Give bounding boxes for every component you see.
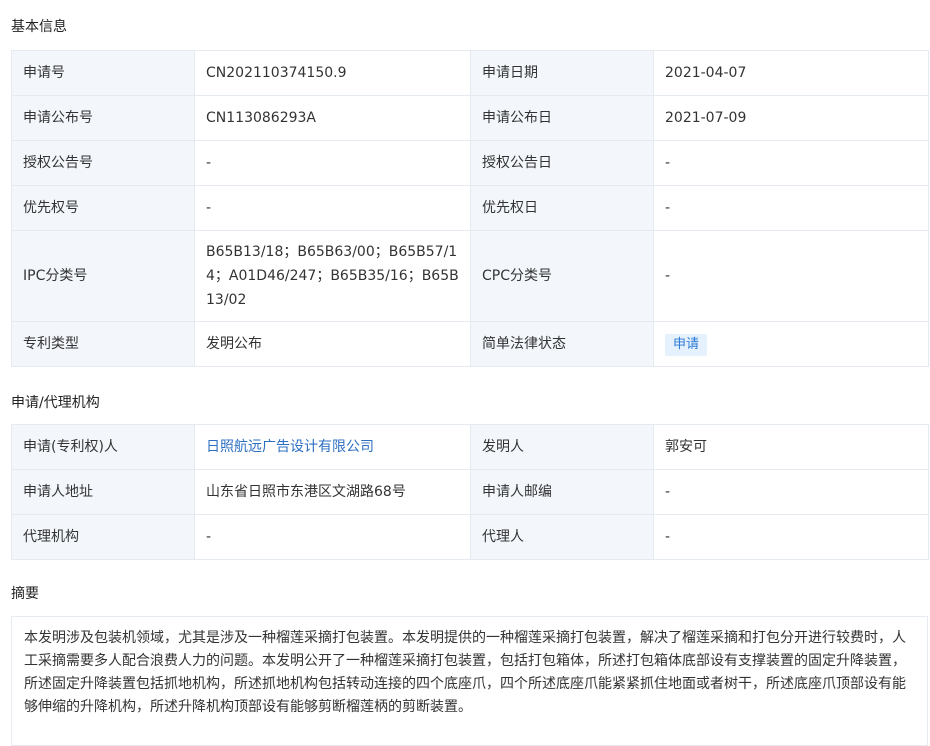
table-row: 优先权号 - 优先权日 - <box>11 185 929 231</box>
ipc-class-value: B65B13/18；B65B63/00；B65B57/14；A01D46/247… <box>194 230 471 322</box>
table-row: 申请号 CN202110374150.9 申请日期 2021-04-07 <box>11 50 929 96</box>
table-row: 专利类型 发明公布 简单法律状态 申请 <box>11 321 929 367</box>
application-date-value: 2021-04-07 <box>653 50 929 96</box>
agency-value: - <box>194 514 471 560</box>
grant-date-label: 授权公告日 <box>470 140 654 186</box>
grant-date-value: - <box>653 140 929 186</box>
agency-table: 申请(专利权)人 日照航远广告设计有限公司 发明人 郭安可 申请人地址 山东省日… <box>11 424 929 560</box>
agency-title: 申请/代理机构 <box>11 395 100 411</box>
publication-number-label: 申请公布号 <box>11 95 195 141</box>
applicant-zip-value: - <box>653 469 929 515</box>
cpc-class-label: CPC分类号 <box>470 230 654 322</box>
inventor-value: 郭安可 <box>653 424 929 470</box>
priority-date-value: - <box>653 185 929 231</box>
table-row: 代理机构 - 代理人 - <box>11 514 929 560</box>
ipc-class-label: IPC分类号 <box>11 230 195 322</box>
publication-date-value: 2021-07-09 <box>653 95 929 141</box>
agent-value: - <box>653 514 929 560</box>
cpc-class-value: - <box>653 230 929 322</box>
priority-date-label: 优先权日 <box>470 185 654 231</box>
agency-label: 代理机构 <box>11 514 195 560</box>
grant-number-label: 授权公告号 <box>11 140 195 186</box>
application-number-label: 申请号 <box>11 50 195 96</box>
applicant-address-label: 申请人地址 <box>11 469 195 515</box>
priority-number-label: 优先权号 <box>11 185 195 231</box>
publication-number-value: CN113086293A <box>194 95 471 141</box>
grant-number-value: - <box>194 140 471 186</box>
application-number-value: CN202110374150.9 <box>194 50 471 96</box>
table-row: 申请人地址 山东省日照市东港区文湖路68号 申请人邮编 - <box>11 469 929 515</box>
table-row: 申请(专利权)人 日照航远广告设计有限公司 发明人 郭安可 <box>11 424 929 470</box>
patent-detail-page: 基本信息 申请号 CN202110374150.9 申请日期 2021-04-0… <box>0 0 930 746</box>
abstract-title: 摘要 <box>11 586 39 602</box>
applicant-zip-label: 申请人邮编 <box>470 469 654 515</box>
table-row: 申请公布号 CN113086293A 申请公布日 2021-07-09 <box>11 95 929 141</box>
applicant-label: 申请(专利权)人 <box>11 424 195 470</box>
patent-type-value: 发明公布 <box>194 321 471 367</box>
publication-date-label: 申请公布日 <box>470 95 654 141</box>
applicant-cell: 日照航远广告设计有限公司 <box>194 424 471 470</box>
table-row: 授权公告号 - 授权公告日 - <box>11 140 929 186</box>
status-badge: 申请 <box>665 334 708 356</box>
inventor-label: 发明人 <box>470 424 654 470</box>
legal-status-label: 简单法律状态 <box>470 321 654 367</box>
basic-info-table: 申请号 CN202110374150.9 申请日期 2021-04-07 申请公… <box>11 50 929 367</box>
patent-type-label: 专利类型 <box>11 321 195 367</box>
application-date-label: 申请日期 <box>470 50 654 96</box>
applicant-link[interactable]: 日照航远广告设计有限公司 <box>206 439 374 455</box>
table-row: IPC分类号 B65B13/18；B65B63/00；B65B57/14；A01… <box>11 230 929 322</box>
applicant-address-value: 山东省日照市东港区文湖路68号 <box>194 469 471 515</box>
basic-info-title: 基本信息 <box>11 19 67 35</box>
priority-number-value: - <box>194 185 471 231</box>
agent-label: 代理人 <box>470 514 654 560</box>
abstract-text: 本发明涉及包装机领域，尤其是涉及一种榴莲采摘打包装置。本发明提供的一种榴莲采摘打… <box>11 616 928 746</box>
legal-status-cell: 申请 <box>653 321 929 367</box>
